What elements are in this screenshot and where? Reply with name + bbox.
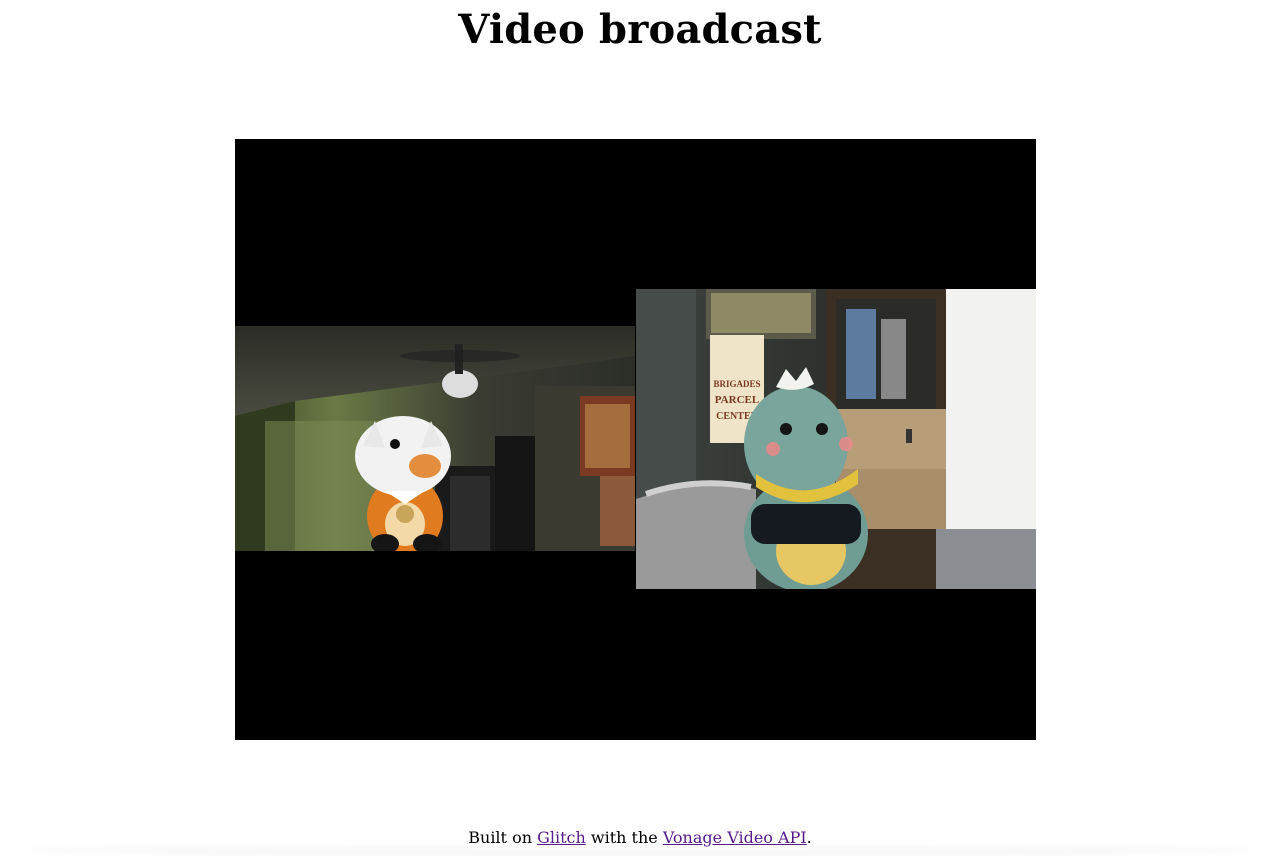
video-frame-fox <box>235 326 635 551</box>
footer-suffix: . <box>806 828 812 847</box>
glitch-link[interactable]: Glitch <box>537 828 586 847</box>
footer-middle: with the <box>585 828 663 847</box>
footer-prefix: Built on <box>468 828 538 847</box>
video-broadcast-container: BRIGADES PARCEL CENTER <box>235 139 1036 740</box>
poster-text-parcel: PARCEL <box>715 394 759 406</box>
publisher-feed-left[interactable] <box>235 326 635 551</box>
page: Video broadcast BRIGADES PARCEL CENTER B… <box>0 0 1280 856</box>
vonage-video-api-link[interactable]: Vonage Video API <box>663 828 807 847</box>
poster-text-brigades: BRIGADES <box>713 379 760 389</box>
video-frame-dinosaur: BRIGADES PARCEL CENTER <box>636 289 1036 589</box>
page-title: Video broadcast <box>458 6 822 53</box>
publisher-feed-right[interactable]: BRIGADES PARCEL CENTER <box>636 289 1036 589</box>
footer: Built on Glitch with the Vonage Video AP… <box>0 826 1280 850</box>
